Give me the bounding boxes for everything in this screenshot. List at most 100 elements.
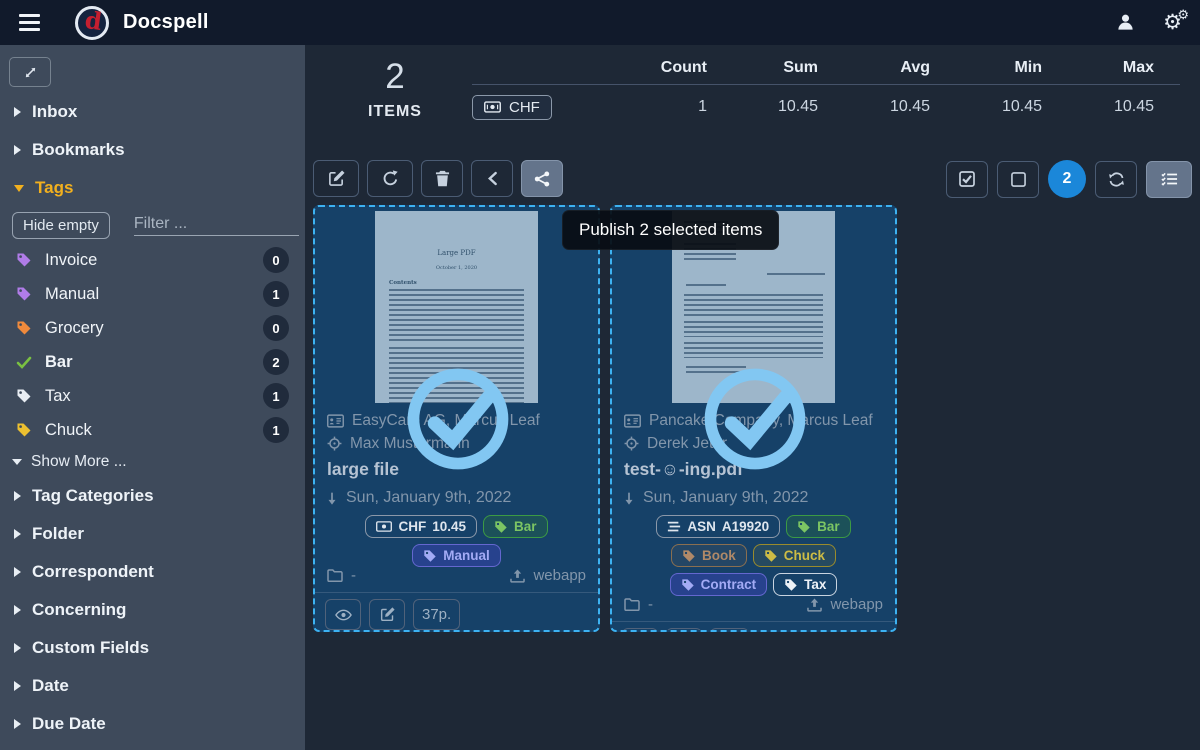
- sidebar-item-custom-fields[interactable]: Custom Fields: [0, 629, 305, 667]
- tag-row-invoice[interactable]: Invoice 0: [0, 243, 305, 277]
- item-title: large file: [327, 459, 586, 483]
- sidebar-item-date[interactable]: Date: [0, 667, 305, 705]
- item-card-test-ing[interactable]: Pancake Company, Marcus Leaf Derek Jeter…: [610, 205, 897, 632]
- value-min: 10.45: [956, 98, 1068, 116]
- eye-icon: [335, 609, 352, 621]
- share-button[interactable]: [521, 160, 563, 197]
- main-content: 2 ITEMS Count Sum Avg Min Max CHF 1 10.4…: [305, 45, 1200, 750]
- tag-badge-chuck[interactable]: Chuck: [753, 544, 836, 567]
- tag-badge-bar[interactable]: Bar: [786, 515, 851, 538]
- menu-icon[interactable]: [14, 8, 44, 38]
- chevron-right-icon: [14, 567, 21, 577]
- preview-item-button[interactable]: [325, 599, 361, 630]
- edit-item-button[interactable]: [369, 599, 405, 630]
- chevron-right-icon: [14, 491, 21, 501]
- top-navbar: d Docspell ⚙⚙: [0, 0, 1200, 45]
- tag-badge-tax[interactable]: Tax: [773, 573, 837, 596]
- table-row: CHF 1 10.45 10.45 10.45 10.45: [472, 85, 1180, 129]
- expand-icon: [23, 65, 38, 80]
- tag-count: 1: [263, 281, 289, 307]
- trash-icon: [435, 170, 450, 187]
- gear-icon[interactable]: ⚙⚙: [1163, 12, 1182, 33]
- upload-icon: [807, 598, 822, 612]
- chevron-down-icon: [12, 459, 22, 465]
- publish-tooltip: Publish 2 selected items: [562, 210, 779, 250]
- tag-count: 0: [263, 315, 289, 341]
- selected-count-badge[interactable]: 2: [1048, 160, 1086, 198]
- sidebar-item-tags[interactable]: Tags: [0, 169, 305, 207]
- arrow-down-icon: [327, 491, 337, 506]
- column-max: Max: [1068, 59, 1180, 77]
- tag-count: 2: [263, 349, 289, 375]
- expand-sidebar-button[interactable]: [9, 57, 51, 87]
- column-sum: Sum: [733, 59, 844, 77]
- edit-item-button[interactable]: [666, 628, 702, 632]
- check-icon: [16, 354, 32, 370]
- preview-heading: Large PDF: [375, 249, 538, 257]
- tag-row-manual[interactable]: Manual 1: [0, 277, 305, 311]
- tag-icon: [681, 578, 695, 592]
- edit-selected-button[interactable]: [313, 160, 359, 197]
- sidebar-item-bookmarks[interactable]: Bookmarks: [0, 131, 305, 169]
- folder-value: -: [648, 596, 653, 613]
- chevron-right-icon: [14, 107, 21, 117]
- delete-button[interactable]: [421, 160, 463, 197]
- sync-icon: [1108, 172, 1125, 187]
- deselect-all-button[interactable]: [997, 161, 1039, 198]
- list-view-button[interactable]: [1146, 161, 1192, 198]
- summary-table: Count Sum Avg Min Max CHF 1 10.45 10.45 …: [472, 51, 1180, 129]
- due-date-badge: 2022/01/29: [763, 630, 885, 632]
- chevron-down-icon: [14, 185, 24, 192]
- sidebar-item-due-date[interactable]: Due Date: [0, 705, 305, 743]
- merge-button[interactable]: [471, 160, 513, 197]
- sidebar-item-concerning[interactable]: Concerning: [0, 591, 305, 629]
- rotate-icon: [382, 170, 399, 187]
- tag-count: 1: [263, 417, 289, 443]
- value-sum: 10.45: [733, 98, 844, 116]
- chevron-right-icon: [14, 681, 21, 691]
- tag-row-tax[interactable]: Tax 1: [0, 379, 305, 413]
- sidebar-item-inbox[interactable]: Inbox: [0, 93, 305, 131]
- tag-icon: [682, 549, 696, 563]
- tag-icon: [784, 578, 798, 592]
- hide-empty-toggle[interactable]: Hide empty: [12, 212, 110, 239]
- share-nodes-icon: [534, 171, 550, 187]
- tag-filter-input[interactable]: [134, 215, 305, 233]
- tag-badge-bar[interactable]: Bar: [483, 515, 548, 538]
- exit-select-mode-button[interactable]: [1095, 161, 1137, 198]
- crosshair-icon: [624, 436, 639, 451]
- sidebar-item-correspondent[interactable]: Correspondent: [0, 553, 305, 591]
- item-card-large-file[interactable]: Large PDF October 1, 2020 Contents Eas: [313, 205, 600, 632]
- tag-row-grocery[interactable]: Grocery 0: [0, 311, 305, 345]
- show-more-link[interactable]: Show More ...: [0, 447, 305, 477]
- tag-icon: [16, 286, 32, 302]
- column-count: Count: [622, 59, 733, 77]
- tag-row-bar-selected[interactable]: Bar 2: [0, 345, 305, 379]
- tag-filter: [134, 215, 299, 236]
- tag-row-chuck[interactable]: Chuck 1: [0, 413, 305, 447]
- document-preview: Large PDF October 1, 2020 Contents: [315, 207, 598, 403]
- source-value: webapp: [830, 596, 883, 613]
- asn-badge: ASN A19920: [656, 515, 780, 538]
- tag-badge-manual[interactable]: Manual: [412, 544, 501, 567]
- sidebar-item-folder[interactable]: Folder: [0, 515, 305, 553]
- preview-item-button[interactable]: [622, 628, 658, 632]
- items-label: ITEMS: [345, 103, 445, 121]
- id-card-icon: [624, 414, 641, 428]
- reprocess-button[interactable]: [367, 160, 413, 197]
- app-title: Docspell: [123, 11, 209, 34]
- select-all-button[interactable]: [946, 161, 988, 198]
- value-max: 10.45: [1068, 98, 1180, 116]
- sidebar-item-tag-categories[interactable]: Tag Categories: [0, 477, 305, 515]
- tag-badge-book[interactable]: Book: [671, 544, 747, 567]
- tag-badge-contract[interactable]: Contract: [670, 573, 768, 596]
- tag-icon: [764, 549, 778, 563]
- angle-left-icon: [487, 171, 498, 186]
- tag-icon: [423, 549, 437, 563]
- user-icon[interactable]: [1116, 13, 1135, 32]
- upload-icon: [510, 569, 525, 583]
- folder-icon: [327, 569, 343, 582]
- value-count: 1: [622, 98, 733, 116]
- preview-date: October 1, 2020: [375, 265, 538, 271]
- sidebar-item-source[interactable]: Source: [0, 743, 305, 750]
